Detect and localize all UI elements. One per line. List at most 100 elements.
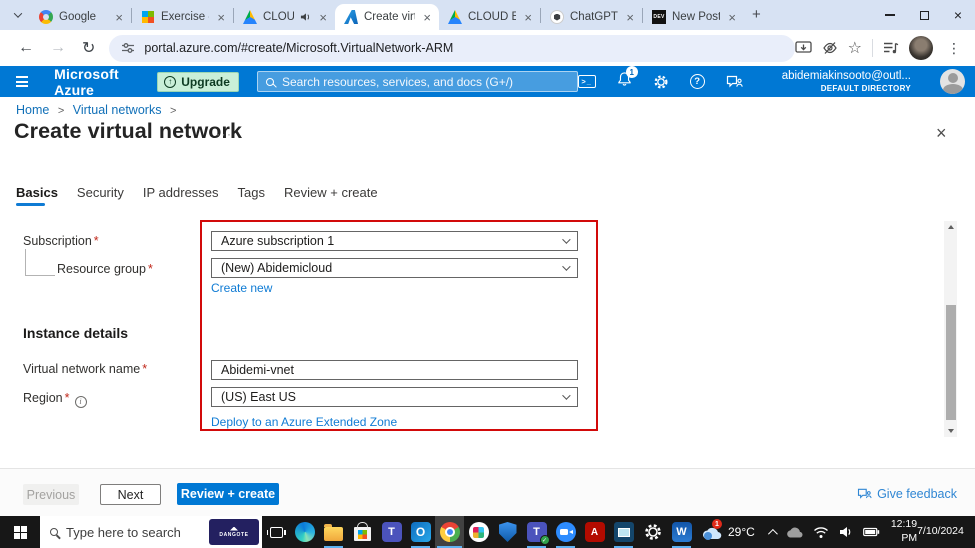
taskbar-edge[interactable] (290, 516, 319, 548)
tab-ip-addresses[interactable]: IP addresses (143, 185, 219, 200)
tray-expand-button[interactable] (763, 516, 780, 548)
taskbar-file-explorer[interactable] (319, 516, 348, 548)
review-create-button[interactable]: Review + create (177, 483, 279, 505)
browser-tab-new-post[interactable]: DEV New Post - DE × (643, 4, 744, 30)
eye-slash-icon[interactable] (822, 40, 838, 56)
battery-icon[interactable] (858, 516, 885, 548)
label-text: Virtual network name (23, 362, 141, 376)
breadcrumb-virtual-networks[interactable]: Virtual networks (73, 103, 162, 117)
cloud-shell-icon[interactable]: >_ (577, 75, 596, 88)
tab-close-icon[interactable]: × (522, 11, 534, 24)
tab-security[interactable]: Security (77, 185, 124, 200)
tab-tags[interactable]: Tags (238, 185, 265, 200)
previous-button[interactable]: Previous (23, 484, 79, 505)
settings-gear-icon[interactable] (653, 74, 669, 90)
action-center-button[interactable]: 7 (971, 516, 975, 548)
browser-tab-google[interactable]: Google × (30, 4, 131, 30)
give-feedback-link[interactable]: Give feedback (857, 487, 957, 501)
profile-avatar[interactable] (909, 36, 933, 60)
bookmark-star-icon[interactable]: ☆ (848, 38, 862, 58)
taskbar-settings[interactable] (638, 516, 667, 548)
resource-group-dropdown[interactable]: (New) Abidemicloud (211, 258, 578, 278)
taskbar-acrobat[interactable]: A (580, 516, 609, 548)
reading-list-icon[interactable] (883, 41, 899, 55)
slack-icon (468, 522, 489, 542)
taskbar-slack[interactable] (464, 516, 493, 548)
install-app-icon[interactable] (795, 41, 812, 55)
scrollbar-down-arrow[interactable] (944, 425, 957, 437)
vnet-name-input[interactable]: Abidemi-vnet (211, 360, 578, 380)
scrollbar-up-arrow[interactable] (944, 221, 957, 233)
upgrade-button[interactable]: ↑ Upgrade (157, 71, 239, 92)
onedrive-icon[interactable] (780, 516, 808, 548)
wifi-icon[interactable] (808, 516, 834, 548)
volume-icon[interactable] (834, 516, 858, 548)
tab-close-icon[interactable]: × (421, 11, 433, 24)
forward-button[interactable]: → (42, 39, 74, 57)
back-button[interactable]: ← (10, 39, 42, 57)
browser-menu-icon[interactable]: ⋮ (943, 40, 965, 57)
taskbar-defender[interactable] (493, 516, 522, 548)
window-minimize-button[interactable] (873, 0, 907, 30)
reload-button[interactable]: ↻ (74, 38, 103, 58)
hamburger-menu-icon[interactable] (16, 76, 29, 87)
page-close-icon[interactable]: × (936, 123, 947, 144)
tab-search-chevron-icon[interactable] (6, 3, 30, 27)
account-avatar[interactable] (940, 69, 965, 94)
annotation-red-box: Azure subscription 1 (New) Abidemicloud … (200, 220, 598, 431)
taskbar-teams-classic[interactable]: T ✓ (522, 516, 551, 548)
notifications-button[interactable]: 1 (617, 66, 638, 92)
weather-widget[interactable]: 1 29°C (696, 516, 763, 548)
extended-zone-link[interactable]: Deploy to an Azure Extended Zone (211, 415, 397, 429)
tab-audio-icon[interactable] (300, 12, 311, 22)
toolbar-right: ☆ ⋮ (795, 36, 965, 60)
browser-tab-cloud-an[interactable]: CLOUD AN × (234, 4, 335, 30)
temperature-label: 29°C (728, 525, 755, 539)
taskbar-chrome[interactable] (435, 516, 464, 548)
address-bar[interactable]: portal.azure.com/#create/Microsoft.Virtu… (109, 34, 795, 62)
azure-brand[interactable]: Microsoft Azure (54, 66, 141, 98)
taskbar-microsoft-store[interactable] (348, 516, 377, 548)
browser-tab-create-virtual-active[interactable]: Create virtual × (335, 4, 439, 30)
tab-close-icon[interactable]: × (215, 11, 227, 24)
info-icon[interactable]: i (74, 395, 87, 408)
browser-toolbar: ← → ↻ portal.azure.com/#create/Microsoft… (0, 30, 975, 66)
tab-close-icon[interactable]: × (113, 11, 125, 24)
tab-basics[interactable]: Basics (16, 185, 58, 200)
tab-close-icon[interactable]: × (726, 11, 738, 24)
help-icon[interactable]: ? (689, 74, 705, 89)
breadcrumb-home[interactable]: Home (16, 103, 49, 117)
vertical-scrollbar[interactable] (944, 221, 957, 437)
taskbar-photos[interactable] (609, 516, 638, 548)
more-options-icon[interactable]: ··· (216, 127, 233, 141)
account-info[interactable]: abidemiakinsooto@outl... DEFAULT DIRECTO… (782, 70, 911, 93)
taskbar-clock[interactable]: 12:19 PM 7/10/2024 (885, 516, 971, 548)
tab-close-icon[interactable]: × (624, 11, 636, 24)
subscription-dropdown[interactable]: Azure subscription 1 (211, 231, 578, 251)
site-info-icon[interactable] (121, 42, 135, 54)
browser-tab-cloud-engin[interactable]: CLOUD ENGIN × (439, 4, 540, 30)
taskbar-word[interactable]: W (667, 516, 696, 548)
chevron-down-icon (13, 9, 23, 18)
browser-tab-chatgpt[interactable]: ChatGPT × (541, 4, 642, 30)
tab-close-icon[interactable]: × (317, 11, 329, 24)
taskbar-zoom[interactable] (551, 516, 580, 548)
feedback-icon[interactable] (726, 75, 743, 89)
create-new-link[interactable]: Create new (211, 281, 272, 295)
window-close-button[interactable]: × (941, 0, 975, 30)
taskbar-outlook[interactable]: O (406, 516, 435, 548)
window-maximize-button[interactable] (907, 0, 941, 30)
region-dropdown[interactable]: (US) East US (211, 387, 578, 407)
tab-review-create[interactable]: Review + create (284, 185, 378, 200)
scrollbar-thumb[interactable] (945, 305, 956, 420)
task-view-button[interactable] (262, 516, 290, 548)
dangote-widget[interactable]: DANGOTE (209, 519, 259, 545)
new-tab-button[interactable]: + (744, 6, 771, 25)
taskbar-teams[interactable]: T (377, 516, 406, 548)
next-button[interactable]: Next (100, 484, 161, 505)
browser-tab-exercise[interactable]: Exercise - Prov × (132, 4, 233, 30)
taskbar-search-input[interactable]: Type here to search DANGOTE (40, 516, 262, 548)
start-button[interactable] (0, 516, 40, 548)
azure-icon (344, 10, 358, 24)
azure-search-input[interactable]: Search resources, services, and docs (G+… (256, 71, 578, 92)
